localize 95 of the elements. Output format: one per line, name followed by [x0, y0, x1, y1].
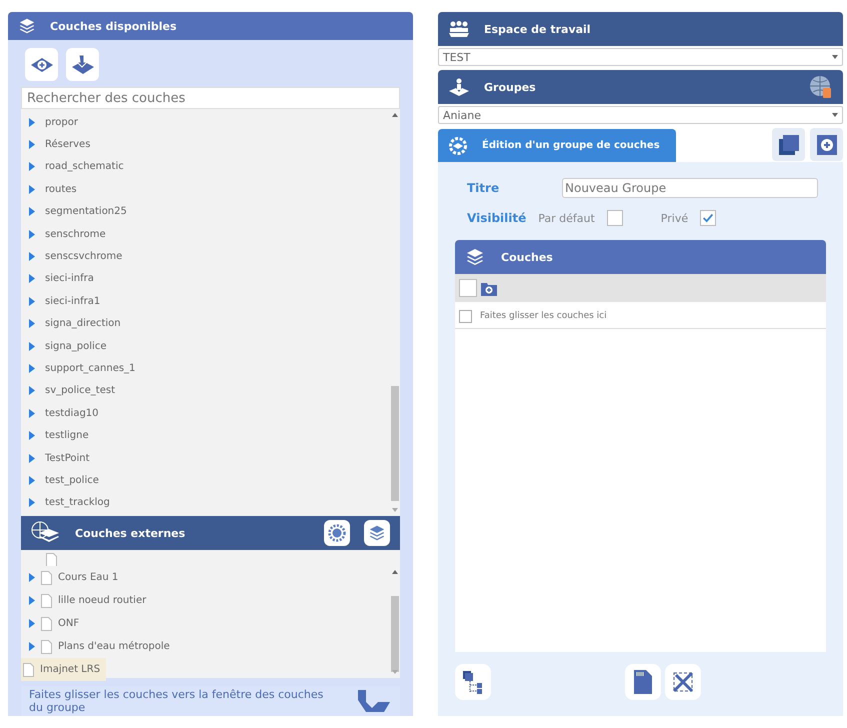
expand-arrow-icon[interactable]	[29, 642, 35, 651]
users-icon	[448, 20, 470, 38]
layer-item[interactable]: propor	[45, 116, 78, 128]
external-layer-item[interactable]: Cours Eau 1	[58, 572, 118, 583]
layers-icon	[18, 17, 36, 36]
title-field[interactable]: Nouveau Groupe	[562, 178, 818, 198]
import-button[interactable]	[66, 48, 99, 82]
add-folder-icon[interactable]	[481, 280, 497, 296]
expand-arrow-icon[interactable]	[29, 184, 35, 194]
layer-item[interactable]: test_tracklog	[45, 497, 110, 508]
copy-icon	[778, 134, 800, 156]
layer-item[interactable]: senscsvchrome	[45, 251, 122, 262]
document-icon	[41, 640, 52, 654]
section-title: Groupes	[484, 80, 536, 94]
option-label: Privé	[660, 212, 688, 224]
expand-arrow-icon[interactable]	[29, 274, 35, 284]
expand-arrow-icon[interactable]	[29, 140, 35, 150]
layer-item[interactable]: TestPoint	[45, 452, 90, 464]
expand-arrow-icon[interactable]	[29, 498, 35, 508]
memory-card-icon	[634, 670, 652, 694]
cancel-button[interactable]	[665, 664, 701, 700]
add-layer-button[interactable]	[364, 520, 390, 546]
globe-icon[interactable]	[809, 75, 833, 99]
expand-arrow-icon[interactable]	[29, 319, 35, 328]
layer-item[interactable]: signa_police	[45, 340, 106, 352]
expand-arrow-icon[interactable]	[29, 207, 35, 216]
gear-icon	[448, 136, 468, 156]
checkbox[interactable]	[700, 210, 716, 226]
field-label: Titre	[466, 181, 500, 195]
external-layer-item[interactable]: ONF	[58, 618, 80, 629]
section-title: Couches externes	[75, 526, 186, 540]
option-label: Par défaut	[538, 212, 595, 224]
section-title: Couches	[501, 250, 553, 264]
workspace-select[interactable]: TEST	[438, 48, 843, 66]
globe-layers-icon	[31, 521, 61, 545]
settings-button[interactable]	[324, 520, 350, 546]
checkbox[interactable]	[459, 310, 472, 322]
select-all-checkbox[interactable]	[459, 279, 477, 297]
layer-item[interactable]: sieci-infra1	[45, 296, 100, 307]
tree-icon	[462, 670, 484, 694]
drop-hint: Faites glisser les couches ici	[480, 311, 607, 321]
expand-arrow-icon[interactable]	[29, 408, 35, 418]
external-layer-item[interactable]: Plans d'eau métropole	[58, 641, 170, 652]
document-icon	[41, 616, 52, 630]
expand-arrow-icon[interactable]	[29, 118, 35, 127]
layer-item[interactable]: Réserves	[45, 139, 90, 150]
layer-item[interactable]: senschrome	[45, 228, 106, 240]
layers-icon	[368, 524, 386, 542]
layer-item[interactable]: sv_police_test	[45, 385, 116, 396]
layer-item[interactable]: sieci-infra	[45, 273, 94, 284]
expand-arrow-icon[interactable]	[29, 364, 35, 373]
expand-arrow-icon[interactable]	[29, 476, 35, 485]
document-icon	[41, 570, 52, 584]
expand-arrow-icon[interactable]	[29, 386, 35, 396]
layers-icon	[465, 247, 485, 267]
layer-item[interactable]: routes	[45, 184, 77, 195]
expand-arrow-icon[interactable]	[29, 296, 35, 306]
layer-item[interactable]: signa_direction	[45, 318, 121, 330]
copy-button[interactable]	[772, 128, 805, 161]
eye-plus-icon	[30, 56, 54, 73]
preview-button[interactable]	[25, 48, 58, 82]
document-icon	[41, 594, 52, 608]
search-field[interactable]: Rechercher des couches	[21, 87, 400, 109]
edit-tab[interactable]: Édition d'un groupe de couches	[438, 129, 676, 162]
download-layer-icon	[70, 52, 94, 77]
expand-arrow-icon[interactable]	[29, 162, 35, 172]
expand-arrow-icon[interactable]	[29, 619, 35, 628]
group-select[interactable]: Aniane	[438, 106, 843, 124]
layer-item[interactable]: testligne	[45, 430, 89, 442]
layer-item[interactable]: segmentation25	[45, 206, 127, 218]
person-pin-icon	[448, 78, 470, 96]
checkbox[interactable]	[606, 210, 623, 226]
layer-item[interactable]: support_cannes_1	[45, 362, 136, 374]
expand-arrow-icon[interactable]	[29, 230, 35, 239]
expand-arrow-icon[interactable]	[29, 596, 35, 605]
add-button[interactable]	[810, 128, 843, 161]
layer-item[interactable]: testdiag10	[45, 408, 99, 419]
field-label: Visibilité	[466, 211, 526, 225]
expand-arrow-icon[interactable]	[29, 454, 35, 463]
layer-item[interactable]: road_schematic	[45, 161, 124, 172]
section-title: Espace de travail	[484, 22, 591, 36]
panel-title: Couches disponibles	[50, 20, 177, 33]
expand-arrow-icon[interactable]	[29, 573, 35, 582]
save-button[interactable]	[625, 664, 661, 700]
document-icon	[46, 553, 57, 566]
hint-text: Faites glisser les couches vers la fenêtre des couches du groupe	[29, 688, 324, 714]
layer-item[interactable]: test_police	[45, 474, 99, 486]
tree-button[interactable]	[455, 664, 491, 700]
plus-icon	[816, 134, 838, 156]
expand-arrow-icon[interactable]	[29, 431, 35, 440]
external-layer-item[interactable]: lille noeud routier	[58, 595, 146, 606]
expand-arrow-icon[interactable]	[29, 252, 35, 262]
expand-arrow-icon[interactable]	[29, 342, 35, 351]
document-icon	[23, 662, 34, 676]
cross-icon	[672, 671, 694, 693]
